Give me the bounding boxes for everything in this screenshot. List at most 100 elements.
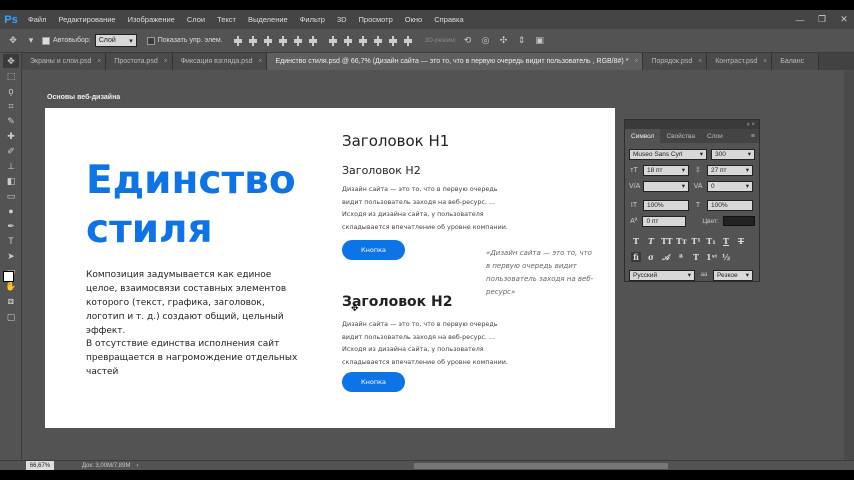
distribute-right-icon[interactable] — [403, 35, 413, 47]
slide-3d-icon[interactable]: ⇕ — [515, 34, 529, 48]
text-color-swatch[interactable] — [722, 216, 755, 226]
document-info[interactable]: Док: 3,00M/7,89M — [82, 463, 130, 469]
show-controls-checkbox[interactable]: Показать упр. элем. — [146, 36, 223, 45]
restore-icon[interactable]: ❐ — [816, 14, 828, 26]
close-icon[interactable]: × — [258, 58, 262, 65]
autoselect-dropdown[interactable]: Слой ▾ — [94, 34, 137, 47]
titling-icon[interactable]: T — [691, 252, 701, 262]
align-right-icon[interactable] — [308, 35, 318, 47]
small-caps-icon[interactable]: Tᴛ — [676, 236, 687, 246]
screen-mode-icon[interactable]: ▢ — [3, 310, 19, 324]
quick-mask-icon[interactable]: ◘ — [3, 294, 19, 308]
tab-style-unity[interactable]: Единство стиля.psd @ 66,7% (Дизайн сайта… — [267, 53, 644, 70]
anti-alias-select[interactable]: Резкое ▾ — [713, 269, 753, 281]
strikethrough-icon[interactable]: T — [736, 236, 746, 246]
subscript-icon[interactable]: T₁ — [706, 236, 716, 246]
path-selection-tool-icon[interactable]: ➤ — [3, 249, 19, 263]
menu-select[interactable]: Выделение — [242, 15, 294, 24]
fractions-icon[interactable]: ½ — [721, 252, 731, 262]
checkbox-icon[interactable] — [146, 36, 155, 45]
close-icon[interactable]: × — [164, 58, 168, 65]
artboard[interactable]: Единство стиля Композиция задумывается к… — [45, 108, 615, 428]
tab-simplicity[interactable]: Простота.psd × — [106, 53, 173, 70]
type-tool-icon[interactable]: T — [3, 234, 19, 248]
align-bottom-icon[interactable] — [263, 35, 273, 47]
tab-character[interactable]: Символ — [625, 129, 661, 143]
ligatures-icon[interactable]: ﬁ — [631, 252, 641, 262]
all-caps-icon[interactable]: TT — [661, 236, 673, 246]
font-family-select[interactable]: Museo Sans Cyrl ▾ — [629, 148, 707, 160]
gradient-tool-icon[interactable]: ▭ — [3, 189, 19, 203]
faux-bold-icon[interactable]: T — [631, 236, 641, 246]
align-top-icon[interactable] — [233, 35, 243, 47]
minimize-icon[interactable]: — — [794, 14, 806, 26]
distribute-left-icon[interactable] — [373, 35, 383, 47]
move-tool-icon[interactable]: ✥ — [6, 34, 20, 48]
align-vcenter-icon[interactable] — [248, 35, 258, 47]
autoselect-checkbox[interactable]: Автовыбор: — [42, 36, 91, 45]
baseline-field[interactable]: 0 пт — [642, 215, 687, 227]
close-icon[interactable]: × — [97, 58, 101, 65]
pen-tool-icon[interactable]: ✒ — [3, 219, 19, 233]
menu-window[interactable]: Окно — [399, 15, 428, 24]
roll-3d-icon[interactable]: ◎ — [479, 34, 493, 48]
crop-tool-icon[interactable]: ⌗ — [3, 99, 19, 113]
pan-3d-icon[interactable]: ✣ — [497, 34, 511, 48]
orbit-3d-icon[interactable]: ⟲ — [461, 34, 475, 48]
leading-field[interactable]: 27 пт ▾ — [707, 164, 753, 176]
swash-icon[interactable]: 𝒜 — [661, 252, 671, 263]
align-left-icon[interactable] — [278, 35, 288, 47]
menu-3d[interactable]: 3D — [331, 15, 353, 24]
kerning-field[interactable]: ▾ — [643, 180, 689, 192]
zoom-field[interactable]: 66,67% — [26, 461, 54, 470]
ordinals-icon[interactable]: 1ˢᵗ — [706, 252, 718, 262]
tracking-field[interactable]: 0 ▾ — [707, 180, 753, 192]
healing-tool-icon[interactable]: ✚ — [3, 129, 19, 143]
foreground-color-swatch[interactable] — [3, 271, 14, 282]
tab-balance[interactable]: Баланс — [772, 53, 820, 70]
brush-tool-icon[interactable]: ✐ — [3, 144, 19, 158]
menu-edit[interactable]: Редактирование — [52, 15, 121, 24]
stamp-tool-icon[interactable]: ⊥ — [3, 159, 19, 173]
font-style-select[interactable]: 300 ▾ — [711, 148, 755, 160]
distribute-vcenter-icon[interactable] — [343, 35, 353, 47]
language-select[interactable]: Русский ▾ — [629, 269, 695, 281]
menu-filter[interactable]: Фильтр — [294, 15, 331, 24]
menu-type[interactable]: Текст — [211, 15, 242, 24]
close-icon[interactable]: × — [751, 122, 755, 128]
artboard-label[interactable]: Основы веб-дизайна — [47, 94, 120, 101]
tab-order[interactable]: Порядок.psd × — [643, 53, 708, 70]
chevron-down-icon[interactable]: ▾ — [24, 34, 38, 48]
tab-gaze-fixation[interactable]: Фиксация взгляда.psd × — [172, 53, 268, 70]
menu-file[interactable]: Файл — [22, 15, 52, 24]
font-size-field[interactable]: 18 пт ▾ — [643, 164, 689, 176]
vertical-scrollbar[interactable] — [844, 70, 854, 460]
panel-menu-icon[interactable]: ≡ — [751, 133, 759, 140]
close-icon[interactable]: × — [698, 58, 702, 65]
vertical-scale-field[interactable]: 100% — [643, 199, 689, 211]
tab-screens-layers[interactable]: Экраны и слои.psd × — [22, 53, 107, 70]
close-icon[interactable]: × — [634, 58, 638, 65]
distribute-hcenter-icon[interactable] — [388, 35, 398, 47]
collapse-icon[interactable]: » — [746, 122, 749, 128]
color-swatches[interactable] — [3, 271, 21, 289]
demo-button-1[interactable]: Кнопка — [342, 240, 405, 260]
distribute-bottom-icon[interactable] — [358, 35, 368, 47]
eraser-tool-icon[interactable]: ◧ — [3, 174, 19, 188]
menu-layers[interactable]: Слои — [181, 15, 211, 24]
tab-layers[interactable]: Слои — [701, 129, 729, 143]
menu-view[interactable]: Просмотр — [353, 15, 399, 24]
horizontal-scale-field[interactable]: 100% — [707, 199, 753, 211]
move-tool-icon[interactable]: ✥ — [3, 54, 19, 68]
old-style-icon[interactable]: σ — [646, 252, 656, 262]
tab-contrast[interactable]: Контраст.psd × — [707, 53, 773, 70]
lasso-tool-icon[interactable]: ϙ — [3, 84, 19, 98]
menu-help[interactable]: Справка — [428, 15, 469, 24]
faux-italic-icon[interactable]: T — [646, 236, 656, 246]
distribute-top-icon[interactable] — [328, 35, 338, 47]
dodge-tool-icon[interactable]: ● — [3, 204, 19, 218]
close-icon[interactable]: × — [763, 58, 767, 65]
scale-3d-icon[interactable]: ▣ — [533, 34, 547, 48]
horizontal-scrollbar[interactable] — [414, 463, 668, 469]
close-icon[interactable]: ✕ — [838, 14, 850, 26]
